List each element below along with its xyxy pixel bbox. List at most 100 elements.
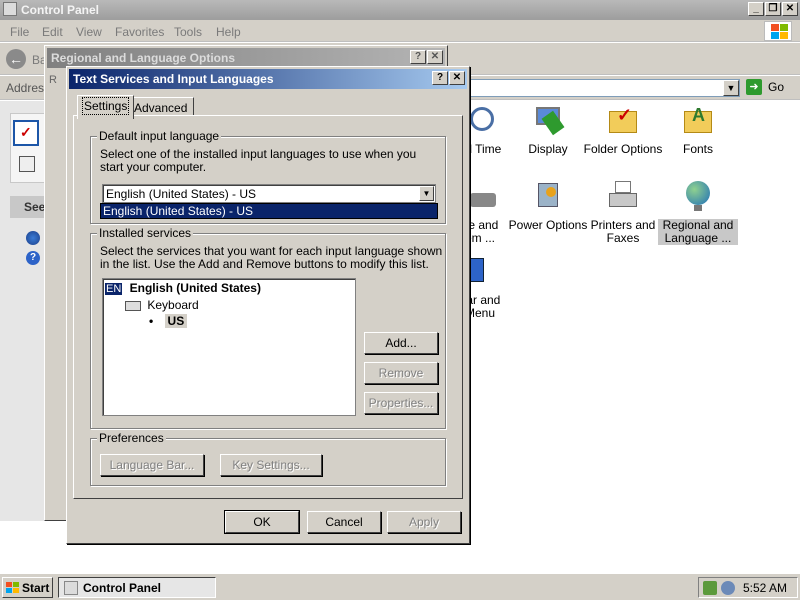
window-title: Control Panel xyxy=(21,3,100,17)
help-button[interactable]: ? xyxy=(432,71,448,85)
clock-icon xyxy=(468,105,500,137)
system-tray: 5:52 AM xyxy=(698,577,798,598)
menu-help[interactable]: Help xyxy=(216,25,241,39)
go-arrow-icon: ➜ xyxy=(746,79,762,95)
menu-tools[interactable]: Tools xyxy=(174,25,202,39)
cp-icon-display[interactable]: Display xyxy=(508,105,588,156)
globe-icon xyxy=(682,181,714,213)
bullet-icon: • xyxy=(149,314,154,328)
apply-button[interactable]: Apply xyxy=(387,511,461,533)
tab-settings[interactable]: Settings xyxy=(77,95,135,119)
tree-node-layout[interactable]: • US xyxy=(149,314,188,328)
taskbar: Start Control Panel 5:52 AM xyxy=(0,573,800,600)
menu-file[interactable]: File xyxy=(10,25,29,39)
default-input-select[interactable]: English (United States) - US ▼ xyxy=(102,184,436,203)
phone-modem-icon xyxy=(468,181,500,213)
cancel-button[interactable]: Cancel xyxy=(307,511,381,533)
cp-icon-regional-language[interactable]: Regional and Language ... xyxy=(658,181,738,245)
default-input-group-title: Default input language xyxy=(97,129,222,143)
control-panel-window-icon xyxy=(3,2,17,16)
installed-services-group-title: Installed services xyxy=(97,226,194,240)
control-panel-task-box: ✓ xyxy=(10,113,46,183)
regional-dialog-titlebar[interactable]: Regional and Language Options ? ✕ xyxy=(47,48,445,68)
default-input-dropdown-list: English (United States) - US xyxy=(100,203,438,219)
cp-icon-label: Folder Options xyxy=(583,142,663,156)
help-icon[interactable]: ? xyxy=(26,251,40,265)
start-button[interactable]: Start xyxy=(2,577,53,598)
key-settings-button[interactable]: Key Settings... xyxy=(220,454,322,476)
cp-icon-label: Printers and Faxes xyxy=(590,218,656,245)
control-panel-titlebar[interactable]: Control Panel _ ❐ ✕ xyxy=(0,0,800,20)
properties-button[interactable]: Properties... xyxy=(364,392,438,414)
remove-button[interactable]: Remove xyxy=(364,362,438,384)
add-button[interactable]: Add... xyxy=(364,332,438,354)
keyboard-icon xyxy=(125,300,141,311)
settings-panel: Default input language Select one of the… xyxy=(73,115,463,499)
tree-keyboard-label: Keyboard xyxy=(147,298,199,312)
language-bar-button[interactable]: Language Bar... xyxy=(100,454,204,476)
folder-options-icon: ✓ xyxy=(607,105,639,137)
cp-icon-folder-options[interactable]: ✓ Folder Options xyxy=(583,105,663,156)
default-input-value: English (United States) - US xyxy=(106,187,257,201)
taskbar-button-label: Control Panel xyxy=(83,581,162,595)
tree-layout-label: US xyxy=(164,314,188,328)
menu-favorites[interactable]: Favorites xyxy=(115,25,164,39)
control-panel-task-icon xyxy=(64,581,78,595)
close-button[interactable]: ✕ xyxy=(449,71,465,85)
connection-icon[interactable] xyxy=(721,581,735,595)
default-input-description: Select one of the installed input langua… xyxy=(100,147,417,174)
regional-dialog-tab-fragment: R xyxy=(49,74,57,86)
chevron-down-icon[interactable]: ▼ xyxy=(419,186,434,201)
back-arrow-icon[interactable]: ← xyxy=(6,49,26,69)
preferences-group-title: Preferences xyxy=(97,431,166,445)
menu-bar: File Edit View Favorites Tools Help xyxy=(0,20,800,42)
language-code-badge: EN xyxy=(105,283,123,295)
printer-icon xyxy=(607,181,639,213)
control-panel-checklist-icon: ✓ xyxy=(13,120,39,146)
dropdown-option[interactable]: English (United States) - US xyxy=(101,204,437,218)
display-icon xyxy=(532,105,565,137)
restore-button[interactable]: ❐ xyxy=(765,2,781,16)
network-icon[interactable] xyxy=(703,581,717,595)
regional-help-button[interactable]: ? xyxy=(410,50,426,64)
cp-icon-label: Power Options xyxy=(508,218,588,232)
menu-edit[interactable]: Edit xyxy=(42,25,63,39)
power-options-icon xyxy=(532,181,564,213)
fonts-folder-icon: A xyxy=(682,105,714,137)
windows-update-icon[interactable] xyxy=(26,231,40,245)
minimize-button[interactable]: _ xyxy=(748,2,764,16)
taskbar-button-control-panel[interactable]: Control Panel xyxy=(58,577,216,598)
installed-services-description: Select the services that you want for ea… xyxy=(100,244,443,271)
ok-button[interactable]: OK xyxy=(224,510,300,534)
cp-icon-power-options[interactable]: Power Options xyxy=(508,181,588,232)
tree-node-keyboard[interactable]: Keyboard xyxy=(125,298,199,312)
cp-icon-fonts[interactable]: A Fonts xyxy=(658,105,738,156)
go-label: Go xyxy=(768,80,785,94)
services-tree[interactable]: EN English (United States) Keyboard • US xyxy=(102,278,356,416)
address-dropdown-icon[interactable]: ▼ xyxy=(723,80,739,96)
tree-node-language[interactable]: EN English (United States) xyxy=(105,281,261,295)
regional-dialog-title: Regional and Language Options xyxy=(51,51,236,65)
tab-advanced-label: Advanced xyxy=(134,101,188,115)
cp-icon-label: Fonts xyxy=(682,142,713,156)
windows-logo-icon xyxy=(764,21,792,41)
text-services-titlebar[interactable]: Text Services and Input Languages ? ✕ xyxy=(69,69,467,89)
text-services-dialog: Text Services and Input Languages ? ✕ Se… xyxy=(66,66,470,544)
clock[interactable]: 5:52 AM xyxy=(743,581,787,595)
tab-settings-label: Settings xyxy=(81,97,130,115)
regional-close-button[interactable]: ✕ xyxy=(427,50,443,64)
windows-logo-icon xyxy=(6,582,19,594)
cp-icon-printers-faxes[interactable]: Printers and Faxes xyxy=(583,181,663,245)
taskbar-icon xyxy=(468,256,500,288)
start-label: Start xyxy=(22,581,50,595)
switch-view-icon[interactable] xyxy=(19,156,35,172)
go-button[interactable]: ➜ Go xyxy=(746,79,794,97)
see-also-header: See xyxy=(10,196,46,218)
cp-icon-label: Display xyxy=(528,142,568,156)
close-button[interactable]: ✕ xyxy=(782,2,798,16)
address-input[interactable]: ▼ xyxy=(460,79,740,97)
side-pane: ✓ See ? xyxy=(0,101,46,521)
menu-view[interactable]: View xyxy=(76,25,102,39)
cp-icon-label: Regional and Language ... xyxy=(658,219,738,245)
tree-language-label: English (United States) xyxy=(129,281,261,295)
